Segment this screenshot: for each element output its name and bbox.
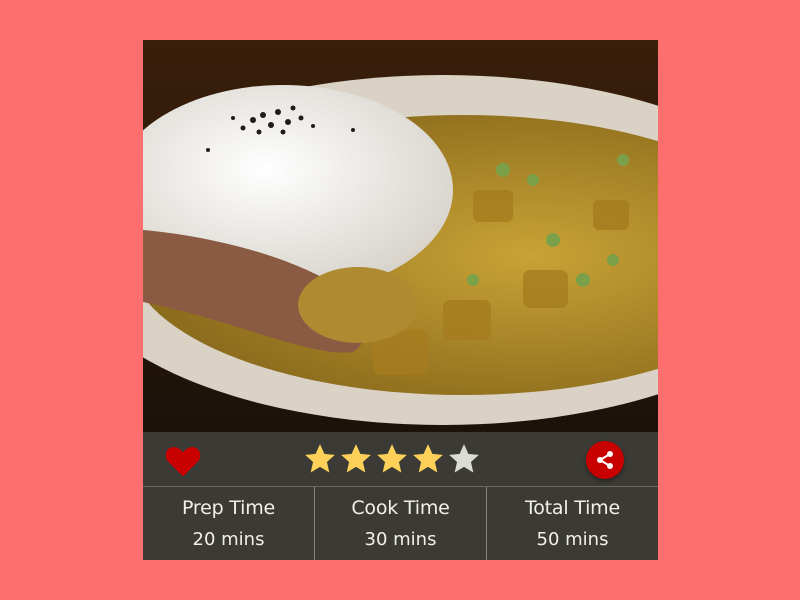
share-icon <box>597 451 613 469</box>
cook-time: Cook Time 30 mins <box>315 487 487 560</box>
heart-icon <box>165 447 201 477</box>
recipe-card: Prep Time 20 mins Cook Time 30 mins Tota… <box>143 40 658 560</box>
time-value: 50 mins <box>536 529 609 550</box>
star-icon-3[interactable] <box>375 442 409 476</box>
recipe-photo <box>143 40 658 432</box>
star-icon-1[interactable] <box>303 442 337 476</box>
star-rating[interactable] <box>303 442 481 476</box>
time-value: 30 mins <box>364 529 437 550</box>
time-label: Total Time <box>525 497 620 519</box>
action-bar <box>143 432 658 487</box>
time-label: Cook Time <box>351 497 450 519</box>
time-value: 20 mins <box>192 529 265 550</box>
star-icon-4[interactable] <box>411 442 445 476</box>
star-icon-5[interactable] <box>447 442 481 476</box>
time-label: Prep Time <box>181 497 275 519</box>
share-button[interactable] <box>586 441 624 479</box>
total-time: Total Time 50 mins <box>487 487 658 560</box>
prep-time: Prep Time 20 mins <box>143 487 315 560</box>
star-icon-2[interactable] <box>339 442 373 476</box>
curry-illustration <box>143 40 658 432</box>
time-summary: Prep Time 20 mins Cook Time 30 mins Tota… <box>143 487 658 560</box>
favorite-button[interactable] <box>164 444 202 478</box>
